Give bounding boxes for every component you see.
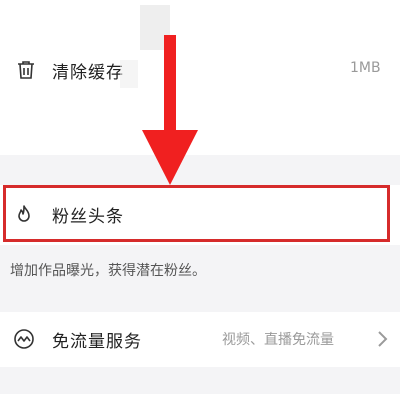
fire-icon: [18, 205, 30, 222]
chevron-right-icon: [378, 331, 388, 347]
wave-icon: [14, 329, 34, 349]
fans-headline-row[interactable]: 粉丝头条: [0, 190, 400, 240]
fans-headline-label: 粉丝头条: [52, 207, 124, 227]
data-free-row[interactable]: 免流量服务 视频、直播免流量: [0, 314, 400, 364]
data-free-label: 免流量服务: [52, 332, 142, 352]
cache-size-value: 1MB: [350, 60, 381, 76]
data-free-value: 视频、直播免流量: [222, 332, 334, 348]
clear-cache-label: 清除缓存: [52, 63, 124, 83]
trash-icon: [18, 61, 34, 79]
fans-headline-description: 增加作品曝光，获得潜在粉丝。: [10, 263, 206, 279]
annotation-arrow: [142, 35, 198, 185]
clear-cache-row[interactable]: 清除缓存 1MB: [0, 45, 400, 95]
blur-patch-2: [120, 60, 138, 88]
